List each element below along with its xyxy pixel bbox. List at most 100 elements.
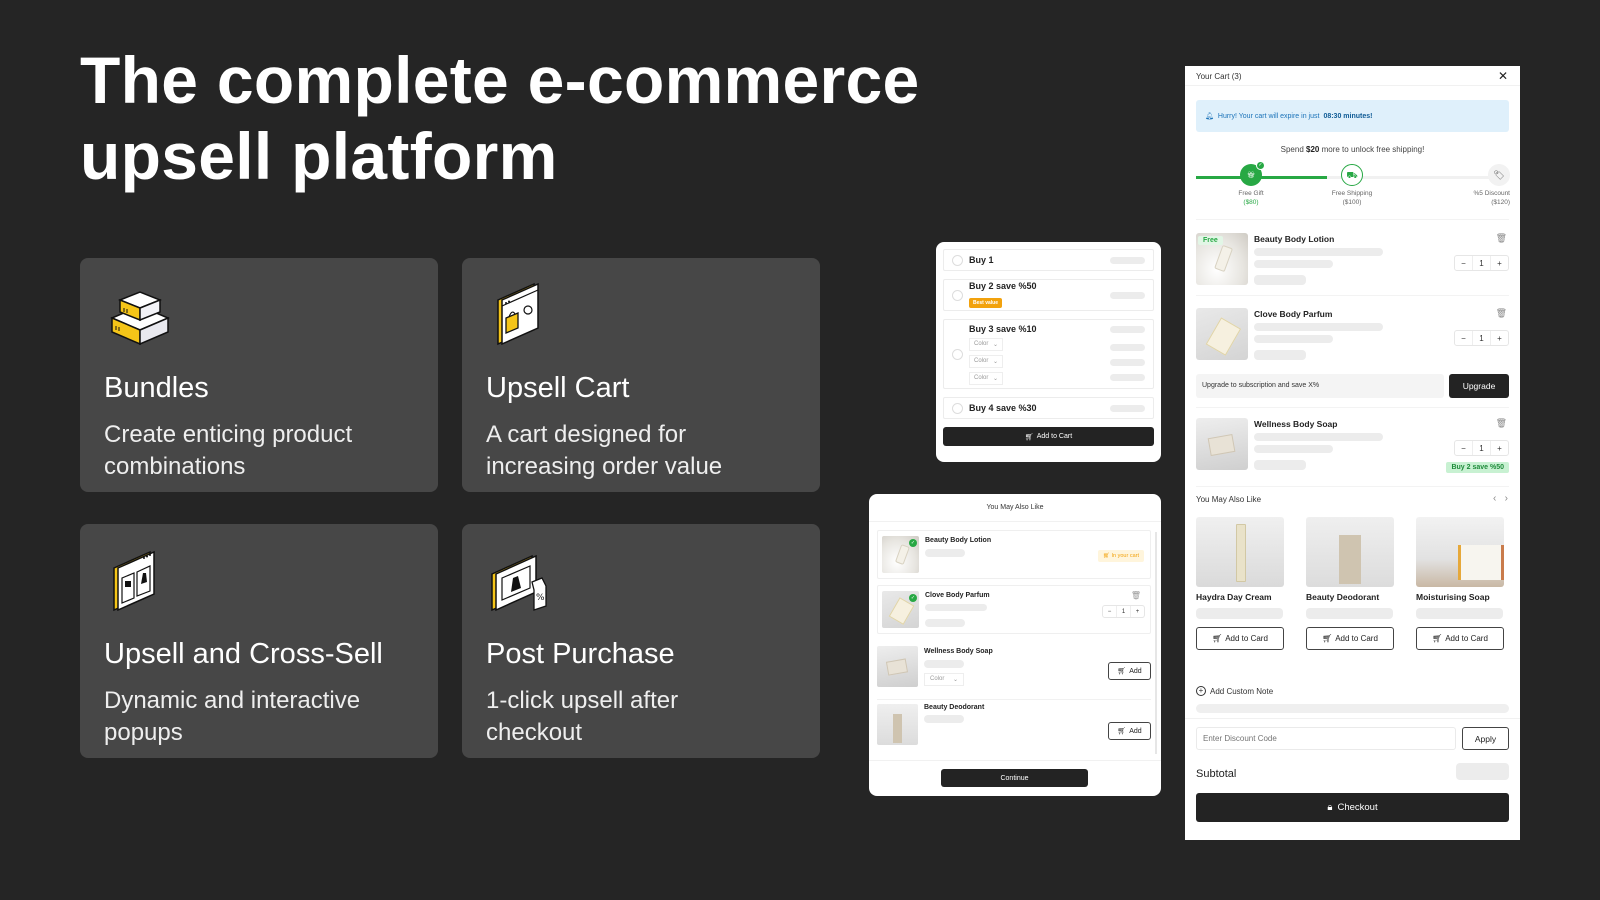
upgrade-button[interactable]: Upgrade (1449, 374, 1509, 398)
bundle-option[interactable]: Buy 4 save %30 (943, 397, 1154, 419)
price-placeholder (1110, 404, 1145, 412)
radio-button[interactable] (952, 348, 963, 360)
apply-button[interactable]: Apply (1462, 727, 1509, 750)
check-icon: ✓ (909, 594, 917, 602)
add-to-cart-button[interactable]: 🛒︎ Add to Cart (943, 427, 1154, 446)
price-placeholder (1254, 350, 1306, 360)
quantity-stepper[interactable]: − 1 + (1102, 605, 1145, 618)
recommended-product: Haydra Day Cream 🛒︎ Add to Card (1196, 517, 1284, 650)
bundle-option[interactable]: Buy 3 save %10 Color ⌄ Color ⌄ Color ⌄ (943, 319, 1154, 389)
cart-header: Your Cart (3) ✕ (1185, 66, 1520, 86)
feature-title: Bundles (104, 372, 209, 404)
feature-card-post-purchase[interactable]: % Post Purchase 1-click upsell after chec… (462, 524, 820, 758)
increment-button[interactable]: + (1491, 441, 1508, 455)
price-placeholder (925, 619, 965, 627)
cart-item: Free Beauty Body Lotion 🗑︎ − 1 + (1196, 233, 1509, 289)
plus-circle-icon: + (1196, 686, 1206, 696)
bundle-option-label: Buy 1 (969, 255, 994, 265)
recommended-product: Beauty Deodorant 🛒︎ Add to Card (1306, 517, 1394, 650)
increment-button[interactable]: + (1491, 331, 1508, 345)
price-placeholder (1110, 256, 1145, 264)
price-placeholder (1196, 608, 1283, 619)
headline-line-2: upsell platform (80, 119, 558, 193)
trash-icon[interactable]: 🗑︎ (1131, 591, 1141, 600)
add-button[interactable]: 🛒︎ Add (1108, 662, 1151, 680)
color-select[interactable]: Color ⌄ (969, 371, 1003, 385)
add-button[interactable]: 🛒︎ Add (1108, 722, 1151, 740)
feature-card-upsell-cart[interactable]: Upsell Cart A cart designed for increasin… (462, 258, 820, 492)
product-name: Clove Body Parfum (925, 592, 990, 599)
list-item: Beauty Deodorant 🛒︎ Add (877, 702, 1151, 757)
color-select[interactable]: Color ⌄ (969, 354, 1003, 368)
stacked-boxes-icon (110, 291, 170, 346)
radio-button[interactable] (952, 289, 963, 301)
product-name: Beauty Deodorant (924, 704, 985, 711)
product-image (1196, 308, 1248, 360)
upsell-popup: You May Also Like ✓ Beauty Body Lotion 🛒… (869, 494, 1161, 796)
bundle-option[interactable]: Buy 2 save %50 Best value (943, 279, 1154, 311)
quantity-stepper[interactable]: − 1 + (1454, 255, 1509, 271)
price-placeholder (1416, 608, 1503, 619)
bundle-option-label: Buy 4 save %30 (969, 403, 1037, 413)
free-badge: Free (1198, 236, 1223, 245)
increment-button[interactable]: + (1491, 256, 1508, 270)
chevron-right-icon[interactable]: › (1505, 493, 1508, 504)
quantity-value: 1 (1472, 331, 1491, 345)
feature-description: A cart designed for increasing order valu… (486, 421, 723, 480)
bundle-option[interactable]: Buy 1 (943, 249, 1154, 271)
continue-button[interactable]: Continue (941, 769, 1088, 787)
cart-icon: 🛒︎ (1212, 634, 1223, 643)
quantity-stepper[interactable]: − 1 + (1454, 330, 1509, 346)
add-custom-note-button[interactable]: + Add Custom Note (1196, 686, 1273, 696)
product-image (1196, 418, 1248, 470)
svg-text:%: % (536, 593, 545, 603)
radio-button[interactable] (952, 254, 963, 266)
feature-description: Dynamic and interactive popups (104, 687, 361, 746)
product-image: ✓ (882, 591, 919, 628)
check-icon: ✓ (909, 539, 917, 547)
price-placeholder (1110, 326, 1145, 333)
popup-title: You May Also Like (869, 494, 1161, 522)
add-to-cart-button[interactable]: 🛒︎ Add to Card (1306, 627, 1394, 650)
product-image (877, 704, 918, 745)
close-icon[interactable]: ✕ (1498, 69, 1508, 83)
chevron-left-icon[interactable]: ‹ (1493, 493, 1496, 504)
product-name: Wellness Body Soap (1254, 419, 1338, 429)
list-item: Wellness Body Soap Color ⌄ 🛒︎ Add (877, 642, 1151, 700)
scrollbar[interactable] (1155, 532, 1157, 754)
radio-button[interactable] (952, 402, 963, 414)
description-placeholder (1254, 335, 1333, 343)
quantity-value: 1 (1116, 606, 1131, 617)
free-shipping-message: Spend $20 more to unlock free shipping! (1280, 145, 1425, 154)
color-select[interactable]: Color ⌄ (924, 673, 964, 686)
discount-code-input[interactable] (1196, 727, 1456, 750)
product-name: Moisturising Soap (1416, 592, 1490, 602)
cart-item: Wellness Body Soap 🗑︎ − 1 + Buy 2 save %… (1196, 418, 1509, 478)
add-to-cart-button[interactable]: 🛒︎ Add to Card (1416, 627, 1504, 650)
upgrade-message: Upgrade to subscription and save X% (1196, 374, 1444, 398)
recommended-product: Moisturising Soap 🛒︎ Add to Card (1416, 517, 1504, 650)
decrement-button[interactable]: − (1455, 441, 1472, 455)
price-placeholder (1110, 359, 1145, 366)
bundle-option-label: Buy 3 save %10 (969, 323, 1037, 334)
subscription-upgrade: Upgrade to subscription and save X% Upgr… (1196, 374, 1509, 398)
increment-button[interactable]: + (1131, 606, 1144, 617)
trash-icon[interactable]: 🗑︎ (1496, 233, 1507, 244)
trash-icon[interactable]: 🗑︎ (1496, 308, 1507, 319)
price-placeholder (1306, 608, 1393, 619)
feature-card-bundles[interactable]: Bundles Create enticing product combinati… (80, 258, 438, 492)
trash-icon[interactable]: 🗑︎ (1496, 418, 1507, 429)
checkout-button[interactable]: 🔒︎ Checkout (1196, 793, 1509, 822)
product-image (1196, 517, 1284, 587)
decrement-button[interactable]: − (1455, 331, 1472, 345)
decrement-button[interactable]: − (1103, 606, 1116, 617)
product-image: Free (1196, 233, 1248, 285)
add-to-cart-button[interactable]: 🛒︎ Add to Card (1196, 627, 1284, 650)
decrement-button[interactable]: − (1455, 256, 1472, 270)
quantity-stepper[interactable]: − 1 + (1454, 440, 1509, 456)
bell-icon: 🔔︎ (1205, 113, 1214, 120)
tag-icon: 🏷︎ (1488, 164, 1510, 186)
feature-card-upsell-cross-sell[interactable]: Upsell and Cross-Sell Dynamic and intera… (80, 524, 438, 758)
color-select[interactable]: Color ⌄ (969, 337, 1003, 351)
product-image: ✓ (882, 536, 919, 573)
